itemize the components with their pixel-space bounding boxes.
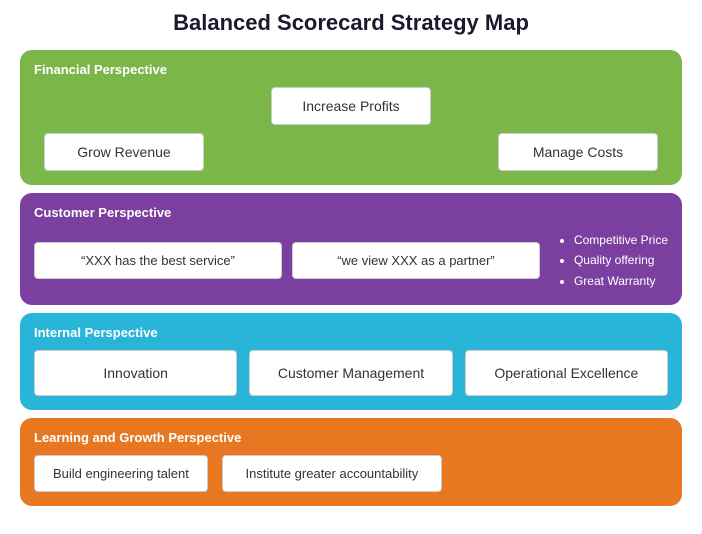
internal-boxes: Innovation Customer Management Operation… <box>34 350 668 396</box>
customer-bullets: Competitive Price Quality offering Great… <box>550 230 668 291</box>
bullet-3: Great Warranty <box>574 271 668 291</box>
financial-content: Increase Profits Grow Revenue Manage Cos… <box>34 87 668 171</box>
innovation-box: Innovation <box>34 350 237 396</box>
operational-excellence-box: Operational Excellence <box>465 350 668 396</box>
financial-label: Financial Perspective <box>34 62 668 77</box>
customer-content: “XXX has the best service” “we view XXX … <box>34 230 668 291</box>
internal-label: Internal Perspective <box>34 325 668 340</box>
financial-bottom-row: Grow Revenue Manage Costs <box>34 133 668 171</box>
customer-label: Customer Perspective <box>34 205 668 220</box>
build-engineering-box: Build engineering talent <box>34 455 208 492</box>
page-title: Balanced Scorecard Strategy Map <box>173 10 529 36</box>
bullet-1: Competitive Price <box>574 230 668 250</box>
learning-section: Learning and Growth Perspective Build en… <box>20 418 682 506</box>
manage-costs-box: Manage Costs <box>498 133 658 171</box>
institute-accountability-box: Institute greater accountability <box>222 455 442 492</box>
customer-management-box: Customer Management <box>249 350 452 396</box>
learning-label: Learning and Growth Perspective <box>34 430 668 445</box>
customer-box-1: “XXX has the best service” <box>34 242 282 279</box>
customer-boxes: “XXX has the best service” “we view XXX … <box>34 242 540 279</box>
customer-section: Customer Perspective “XXX has the best s… <box>20 193 682 305</box>
financial-top-row: Increase Profits <box>271 87 431 125</box>
learning-boxes: Build engineering talent Institute great… <box>34 455 668 492</box>
financial-section: Financial Perspective Increase Profits G… <box>20 50 682 185</box>
internal-section: Internal Perspective Innovation Customer… <box>20 313 682 410</box>
increase-profits-box: Increase Profits <box>271 87 431 125</box>
grow-revenue-box: Grow Revenue <box>44 133 204 171</box>
customer-box-2: “we view XXX as a partner” <box>292 242 540 279</box>
bullet-2: Quality offering <box>574 250 668 270</box>
